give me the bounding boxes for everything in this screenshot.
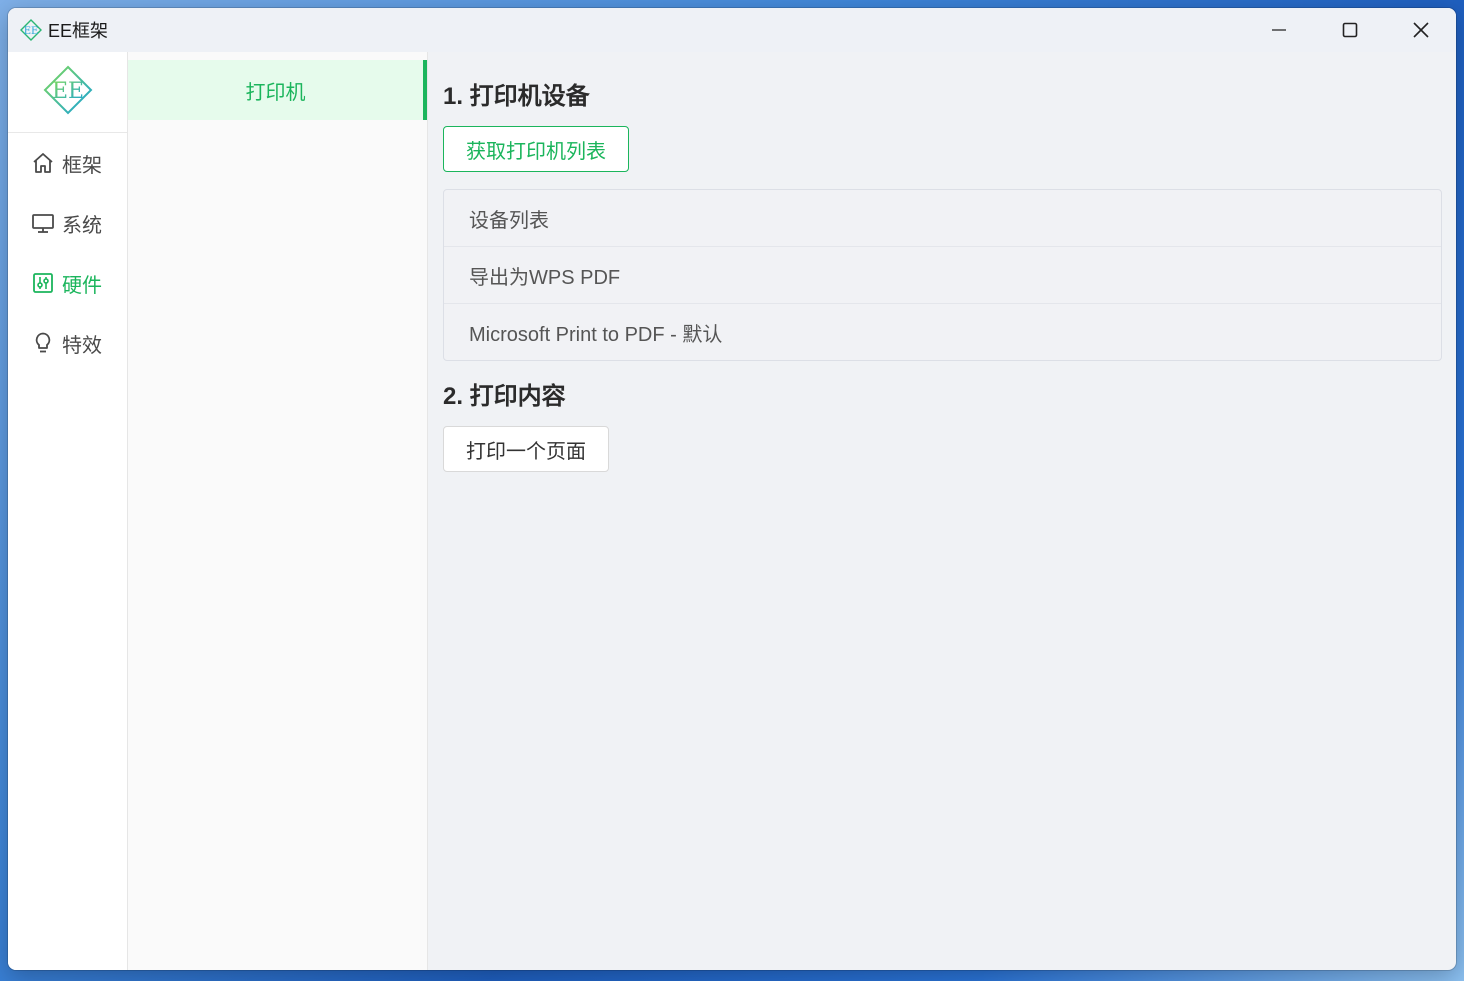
monitor-icon (30, 210, 56, 236)
get-printer-list-button[interactable]: 获取打印机列表 (443, 126, 629, 172)
nav-logo[interactable]: EE (8, 52, 127, 133)
nav-item-label: 硬件 (62, 274, 102, 297)
nav-item-framework[interactable]: 框架 (8, 133, 127, 193)
left-nav: EE 框架 系统 硬件 特效 (8, 52, 128, 970)
list-item[interactable]: 设备列表 (444, 190, 1441, 246)
minimize-icon (1271, 23, 1286, 37)
minimize-button[interactable] (1243, 8, 1314, 52)
ee-logo-icon: EE (43, 65, 93, 120)
svg-text:EE: EE (24, 26, 39, 37)
section-title-print-content: 2. 打印内容 (443, 383, 566, 410)
maximize-icon (1342, 22, 1358, 38)
section-title-printer-devices: 1. 打印机设备 (443, 83, 590, 110)
home-icon (30, 150, 56, 176)
maximize-button[interactable] (1314, 8, 1385, 52)
app-logo-icon: EE (20, 19, 42, 41)
nav-item-hardware[interactable]: 硬件 (8, 253, 127, 313)
nav-item-label: 特效 (62, 334, 102, 357)
lightbulb-icon (30, 330, 56, 356)
main-content: 1. 打印机设备 获取打印机列表 设备列表 导出为WPS PDF Microso… (428, 52, 1456, 970)
nav-item-system[interactable]: 系统 (8, 193, 127, 253)
sub-menu: 打印机 (128, 52, 428, 970)
device-list: 设备列表 导出为WPS PDF Microsoft Print to PDF -… (443, 189, 1442, 361)
close-icon (1412, 22, 1429, 38)
window-controls (1243, 8, 1456, 52)
hardware-icon (30, 270, 56, 296)
submenu-item-printer[interactable]: 打印机 (128, 60, 427, 120)
nav-item-label: 系统 (62, 214, 102, 237)
window-title: EE框架 (48, 21, 109, 41)
list-item[interactable]: Microsoft Print to PDF - 默认 (444, 303, 1441, 360)
title-bar[interactable]: EE EE框架 (8, 8, 1456, 52)
app-window: EE EE框架 EE 框架 系统 硬件 特效 打印机 1. 打印机设备 获取打印… (8, 8, 1456, 970)
nav-item-label: 框架 (62, 154, 102, 177)
list-item[interactable]: 导出为WPS PDF (444, 246, 1441, 303)
close-button[interactable] (1385, 8, 1456, 52)
print-page-button[interactable]: 打印一个页面 (443, 426, 609, 472)
nav-item-effects[interactable]: 特效 (8, 313, 127, 373)
svg-text:EE: EE (51, 79, 83, 104)
